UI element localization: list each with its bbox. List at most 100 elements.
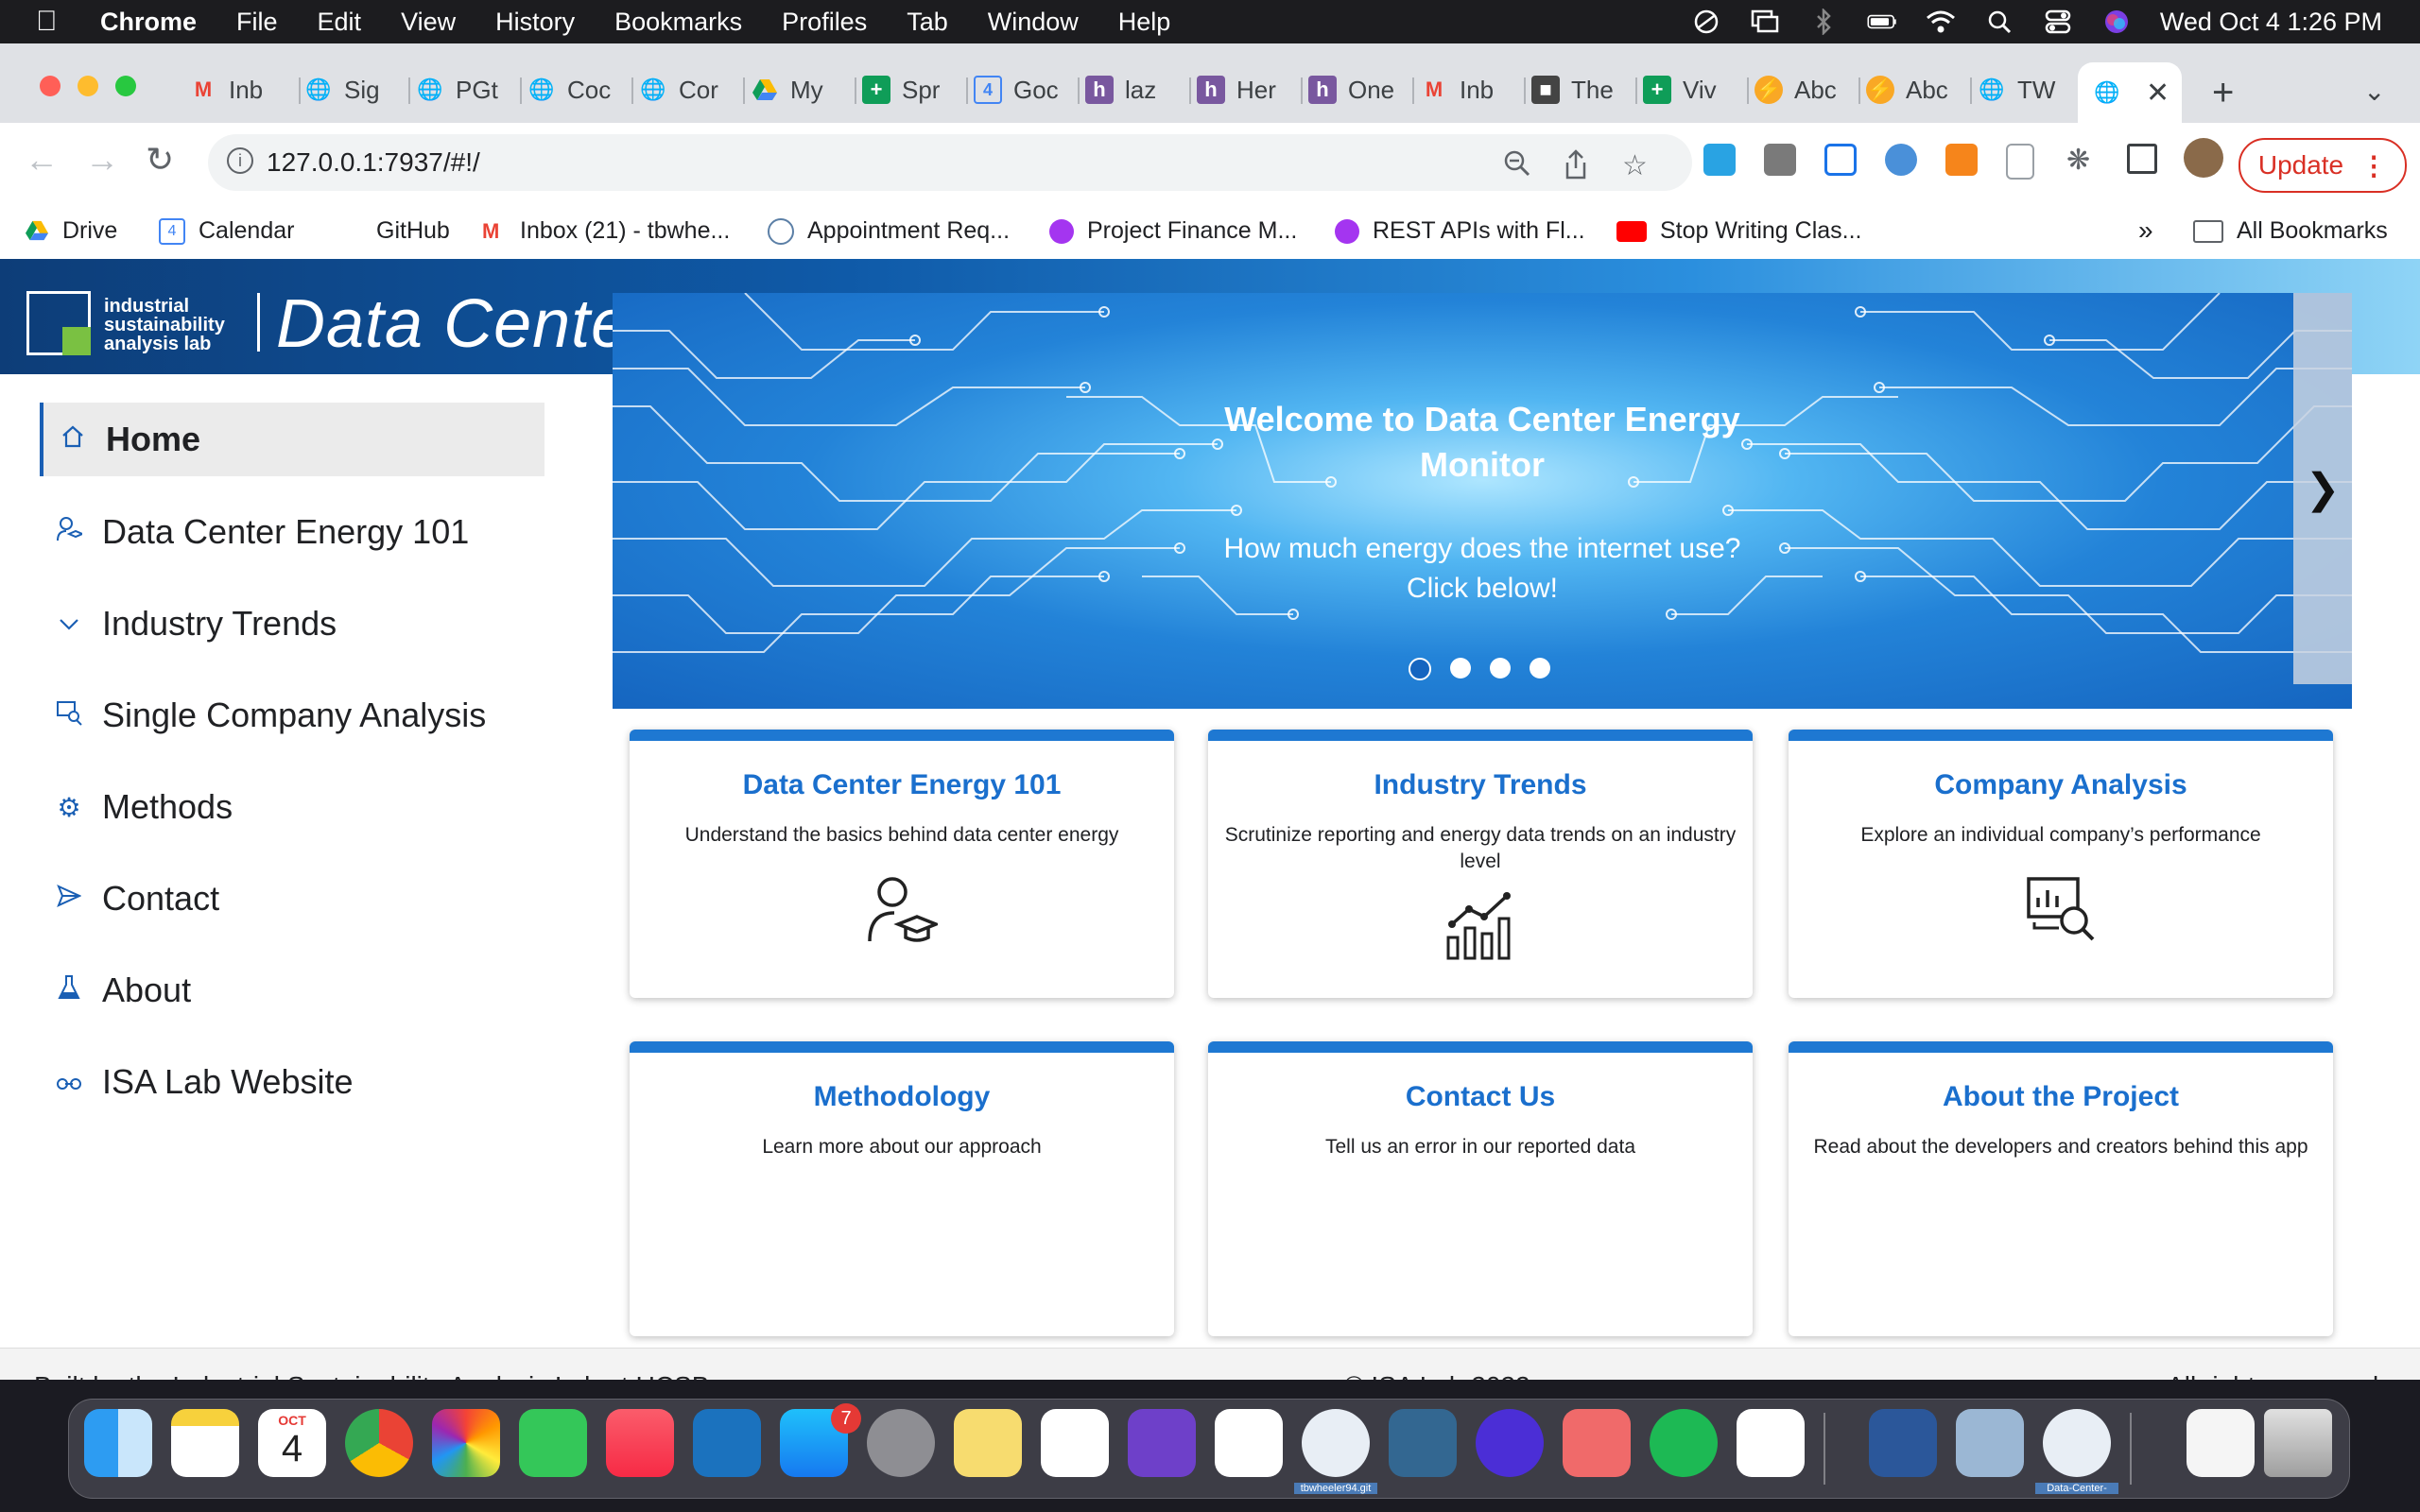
- calendar-app-icon[interactable]: OCT 4: [258, 1409, 326, 1477]
- bookmark-github[interactable]: GitHub: [338, 217, 450, 245]
- menu-edit[interactable]: Edit: [318, 8, 362, 37]
- new-tab-button[interactable]: +: [2212, 72, 2234, 114]
- sidebar-item-isa-lab-website[interactable]: ISA Lab Website: [40, 1045, 544, 1119]
- wifi-icon[interactable]: [1926, 9, 1956, 34]
- sidebar-item-single-company[interactable]: Single Company Analysis: [40, 679, 544, 752]
- bookmark-drive[interactable]: Drive: [25, 217, 117, 245]
- github-desktop-icon[interactable]: [1128, 1409, 1196, 1477]
- word-icon[interactable]: [1869, 1409, 1937, 1477]
- tab-12[interactable]: ■ The: [1531, 68, 1637, 112]
- chrome-icon[interactable]: [345, 1409, 413, 1477]
- tab-15[interactable]: ⚡ Abc: [1866, 68, 1972, 112]
- extension-upload-icon[interactable]: [1824, 144, 1857, 176]
- music-icon[interactable]: [606, 1409, 674, 1477]
- carousel-dot-3[interactable]: [1490, 658, 1511, 679]
- isa-lab-logo[interactable]: [26, 291, 91, 355]
- tab-13[interactable]: + Viv: [1643, 68, 1749, 112]
- sidebar-item-about[interactable]: About: [40, 954, 544, 1027]
- site-info-icon[interactable]: i: [227, 147, 253, 174]
- sidebar-item-methods[interactable]: ⚙ Methods: [40, 770, 544, 844]
- trash-icon[interactable]: [2264, 1409, 2332, 1477]
- card-energy-101[interactable]: Data Center Energy 101 Understand the ba…: [630, 730, 1174, 998]
- bookmark-stop-writing-classes[interactable]: Stop Writing Clas...: [1616, 217, 1862, 245]
- bookmark-appointment[interactable]: Appointment Req...: [768, 217, 1010, 245]
- all-bookmarks-button[interactable]: All Bookmarks: [2193, 217, 2388, 245]
- rstudio-icon[interactable]: tbwheeler94.git: [1294, 1409, 1377, 1494]
- rstudio-window-icon[interactable]: Data-Center-: [2035, 1409, 2118, 1494]
- card-about-project[interactable]: About the Project Read about the develop…: [1789, 1041, 2333, 1336]
- tab-16[interactable]: 🌐 TW: [1978, 68, 2082, 112]
- spotlight-search-icon[interactable]: [1984, 9, 2014, 34]
- menu-history[interactable]: History: [495, 8, 575, 37]
- tableau-icon[interactable]: [1041, 1409, 1109, 1477]
- bookmark-calendar[interactable]: 4 Calendar: [159, 217, 294, 245]
- bookmark-star-icon[interactable]: ☆: [1622, 149, 1648, 182]
- postgres-icon[interactable]: [1389, 1409, 1457, 1477]
- tab-search-chevron-icon[interactable]: ⌄: [2363, 76, 2385, 107]
- card-contact-us[interactable]: Contact Us Tell us an error in our repor…: [1208, 1041, 1753, 1336]
- hero-carousel[interactable]: Welcome to Data Center Energy Monitor Ho…: [613, 293, 2352, 709]
- close-window-button[interactable]: [40, 76, 60, 96]
- menu-window[interactable]: Window: [988, 8, 1079, 37]
- back-arrow-icon[interactable]: ←: [25, 140, 59, 180]
- photos-icon[interactable]: [432, 1409, 500, 1477]
- facetime-icon[interactable]: [519, 1409, 587, 1477]
- spotify-icon[interactable]: [1650, 1409, 1718, 1477]
- minimize-window-button[interactable]: [78, 76, 98, 96]
- document-stack-icon[interactable]: [2187, 1409, 2255, 1477]
- tab-8[interactable]: h laz: [1085, 68, 1191, 112]
- focus-app-icon[interactable]: [1476, 1409, 1544, 1477]
- menu-tab[interactable]: Tab: [907, 8, 948, 37]
- tab-active[interactable]: 🌐 ✕: [2078, 62, 2182, 123]
- menubar-datetime[interactable]: Wed Oct 4 1:26 PM: [2160, 8, 2382, 37]
- stickies-icon[interactable]: [954, 1409, 1022, 1477]
- tab-7[interactable]: 4 Goc: [974, 68, 1080, 112]
- slack-icon[interactable]: [1737, 1409, 1805, 1477]
- tab-9[interactable]: h Her: [1197, 68, 1303, 112]
- sidebar-item-industry-trends[interactable]: Industry Trends: [40, 587, 544, 661]
- tab-11[interactable]: M Inb: [1420, 68, 1526, 112]
- card-company-analysis[interactable]: Company Analysis Explore an individual c…: [1789, 730, 2333, 998]
- bookmark-project-finance[interactable]: Project Finance M...: [1049, 217, 1297, 245]
- share-icon[interactable]: [1564, 149, 1588, 187]
- profile-avatar[interactable]: [2184, 138, 2223, 178]
- extension-doc-icon[interactable]: [2006, 144, 2034, 180]
- focus-icon[interactable]: [1691, 9, 1721, 34]
- extensions-puzzle-icon[interactable]: ❋: [2066, 144, 2090, 177]
- bluetooth-icon[interactable]: [1808, 9, 1839, 35]
- system-settings-icon[interactable]: [867, 1409, 935, 1477]
- menu-file[interactable]: File: [236, 8, 278, 37]
- apple-icon[interactable]: : [36, 6, 64, 38]
- bookmarks-overflow-icon[interactable]: »: [2138, 215, 2153, 246]
- finder-icon[interactable]: [84, 1409, 152, 1477]
- vscode-icon[interactable]: [1215, 1409, 1283, 1477]
- battery-icon[interactable]: [1867, 9, 1897, 34]
- menu-bookmarks[interactable]: Bookmarks: [614, 8, 742, 37]
- tab-14[interactable]: ⚡ Abc: [1754, 68, 1860, 112]
- siri-icon[interactable]: [2101, 9, 2132, 34]
- tab-4[interactable]: 🌐 Cor: [639, 68, 745, 112]
- menu-app-name[interactable]: Chrome: [100, 8, 197, 37]
- sidebar-item-contact[interactable]: Contact: [40, 862, 544, 936]
- tab-0[interactable]: M Inb: [189, 68, 301, 112]
- card-methodology[interactable]: Methodology Learn more about our approac…: [630, 1041, 1174, 1336]
- side-panel-icon[interactable]: [2127, 144, 2157, 174]
- address-url[interactable]: 127.0.0.1:7937/#!/: [267, 147, 480, 178]
- affinity-designer-icon[interactable]: [693, 1409, 761, 1477]
- tab-1[interactable]: 🌐 Sig: [304, 68, 410, 112]
- asana-icon[interactable]: [1563, 1409, 1631, 1477]
- address-bar[interactable]: i 127.0.0.1:7937/#!/ ☆: [208, 134, 1692, 191]
- preview-icon[interactable]: [1956, 1409, 2024, 1477]
- zoom-window-button[interactable]: [115, 76, 136, 96]
- menu-view[interactable]: View: [401, 8, 456, 37]
- tab-6[interactable]: + Spr: [862, 68, 968, 112]
- update-button[interactable]: Update ⋮: [2238, 138, 2407, 193]
- tab-2[interactable]: 🌐 PGt: [416, 68, 522, 112]
- tab-10[interactable]: h One: [1308, 68, 1414, 112]
- menu-help[interactable]: Help: [1118, 8, 1171, 37]
- forward-arrow-icon[interactable]: →: [85, 140, 119, 180]
- extension-window-icon[interactable]: [1703, 144, 1736, 176]
- carousel-dot-2[interactable]: [1450, 658, 1471, 679]
- card-industry-trends[interactable]: Industry Trends Scrutinize reporting and…: [1208, 730, 1753, 998]
- metamask-fox-icon[interactable]: [1945, 144, 1978, 176]
